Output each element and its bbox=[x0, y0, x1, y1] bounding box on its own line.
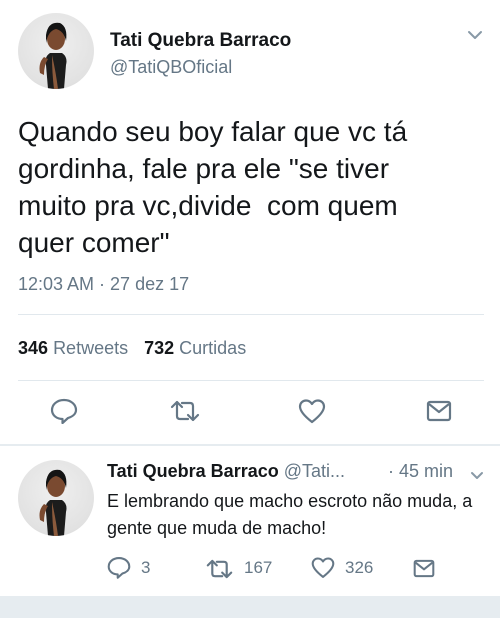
avatar-photo bbox=[39, 22, 67, 89]
main-tweet: Tati Quebra Barraco @TatiQBOficial Quand… bbox=[0, 0, 500, 444]
reply-header: Tati Quebra Barraco @Tati... bbox=[107, 461, 345, 482]
divider bbox=[18, 380, 484, 381]
like-icon[interactable] bbox=[311, 556, 335, 580]
avatar[interactable] bbox=[18, 460, 94, 536]
share-icon[interactable] bbox=[413, 559, 435, 583]
author-name[interactable]: Tati Quebra Barraco bbox=[110, 30, 291, 52]
like-count: 326 bbox=[345, 558, 374, 577]
divider bbox=[18, 314, 484, 315]
reply-tweet[interactable]: Tati Quebra Barraco @Tati... · 45 min E … bbox=[0, 446, 500, 596]
bottom-bar bbox=[0, 596, 500, 618]
tweet-timestamp[interactable]: 12:03 AM · 27 dez 17 bbox=[18, 274, 189, 295]
reply-author-handle[interactable]: @Tati... bbox=[284, 461, 345, 481]
likes-label[interactable]: Curtidas bbox=[179, 338, 246, 358]
likes-count[interactable]: 732 bbox=[144, 338, 174, 358]
reply-text: E lembrando que macho escroto não muda, … bbox=[107, 491, 473, 538]
avatar-photo bbox=[39, 469, 67, 536]
share-icon[interactable] bbox=[426, 400, 452, 422]
like-icon[interactable] bbox=[298, 398, 326, 424]
retweets-label[interactable]: Retweets bbox=[53, 338, 128, 358]
author-handle[interactable]: @TatiQBOficial bbox=[110, 57, 232, 78]
chevron-down-icon[interactable] bbox=[470, 468, 484, 479]
retweets-count[interactable]: 346 bbox=[18, 338, 48, 358]
tweet-text: Quando seu boy falar que vc tá gordinha,… bbox=[18, 116, 408, 258]
retweet-icon[interactable] bbox=[206, 559, 233, 583]
reply-time[interactable]: · 45 min bbox=[388, 461, 453, 482]
reply-count: 3 bbox=[141, 558, 151, 577]
reply-icon[interactable] bbox=[107, 556, 131, 580]
engagement-stats: 346 Retweets 732 Curtidas bbox=[18, 338, 246, 359]
reply-author-name[interactable]: Tati Quebra Barraco bbox=[107, 461, 279, 481]
chevron-down-icon[interactable] bbox=[467, 28, 483, 40]
retweet-icon[interactable] bbox=[170, 400, 200, 422]
avatar[interactable] bbox=[18, 13, 94, 89]
reply-icon[interactable] bbox=[50, 398, 78, 424]
retweet-count: 167 bbox=[244, 558, 273, 577]
